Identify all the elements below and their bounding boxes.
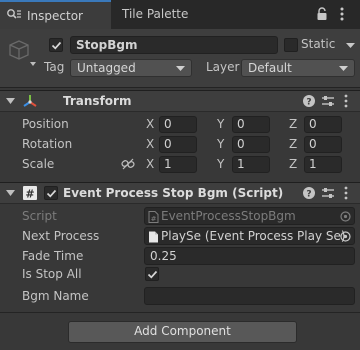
rotation-x-field[interactable]: 0 [159,136,197,153]
static-label: Static [301,37,336,51]
tag-label: Tag [44,60,65,74]
is-stop-all-label: Is Stop All [22,267,82,281]
tag-dropdown[interactable]: Untagged [70,59,192,77]
csharp-script-icon: # [22,185,38,201]
svg-text:#: # [151,215,157,223]
gameobject-cube-icon[interactable] [8,38,38,68]
axis-x-label[interactable]: X [146,117,154,131]
divider [0,312,360,313]
tab-tile-palette[interactable]: Tile Palette [122,7,188,21]
axis-z-label[interactable]: Z [289,117,297,131]
component-menu-icon[interactable] [344,186,348,200]
script-object-field: # EventProcessStopBgm [144,207,355,225]
layer-value: Default [248,61,292,75]
axis-y-label[interactable]: Y [217,117,224,131]
chevron-down-icon [339,66,348,72]
is-stop-all-checkbox[interactable] [145,267,159,281]
tag-value: Untagged [77,61,136,75]
link-icon[interactable] [121,158,135,170]
inspector-icon [6,8,22,22]
axis-y-label[interactable]: Y [217,137,224,151]
component-menu-icon[interactable] [344,94,348,108]
foldout-expanded-icon[interactable] [6,98,15,105]
tab-inspector[interactable]: Inspector [0,0,111,29]
scale-label: Scale [22,157,55,171]
fade-time-field[interactable]: 0.25 [144,247,355,265]
transform-title: Transform [63,94,132,108]
svg-text:?: ? [306,98,311,108]
script-file-icon: # [148,211,159,223]
preset-icon[interactable] [321,95,335,107]
bgm-name-label: Bgm Name [22,289,89,303]
position-x-field[interactable]: 0 [159,116,197,133]
axis-x-label[interactable]: X [146,157,154,171]
next-process-field[interactable]: PlaySe (Event Process Play Se) [144,227,355,245]
scale-y-field[interactable]: 1 [232,156,270,173]
next-process-label: Next Process [22,229,100,243]
static-checkbox[interactable] [284,38,298,52]
add-component-button[interactable]: Add Component [68,321,297,343]
object-picker-icon[interactable] [340,231,351,242]
gameobject-name-field[interactable]: StopBgm [70,36,278,54]
axis-y-label[interactable]: Y [217,157,224,171]
scale-x-field[interactable]: 1 [159,156,197,173]
position-z-field[interactable]: 0 [304,116,342,133]
svg-text:?: ? [306,190,311,200]
rotation-label: Rotation [22,137,73,151]
script-enabled-checkbox[interactable] [44,186,58,200]
layer-dropdown[interactable]: Default [241,59,355,77]
tab-bar: Inspector Tile Palette [0,0,360,29]
tab-menu-icon[interactable] [340,6,344,22]
document-icon [148,231,159,243]
transform-icon [22,93,38,109]
position-y-field[interactable]: 0 [232,116,270,133]
next-process-value: PlaySe (Event Process Play Se) [161,229,346,243]
chevron-down-icon [176,66,185,72]
rotation-z-field[interactable]: 0 [304,136,342,153]
position-label: Position [22,117,69,131]
help-icon[interactable]: ? [303,95,315,107]
axis-z-label[interactable]: Z [289,157,297,171]
active-checkbox[interactable] [49,38,63,52]
help-icon[interactable]: ? [303,187,315,199]
svg-text:#: # [25,188,34,201]
script-component-header[interactable]: # Event Process Stop Bgm (Script) ? [0,182,360,204]
layer-label: Layer [206,60,240,74]
foldout-expanded-icon[interactable] [6,190,15,197]
axis-x-label[interactable]: X [146,137,154,151]
tab-inspector-label: Inspector [27,9,83,23]
bgm-name-field[interactable] [144,287,355,305]
axis-z-label[interactable]: Z [289,137,297,151]
lock-icon[interactable] [316,7,328,21]
gameobject-header: StopBgm Static Tag Untagged Layer Defaul… [0,29,360,88]
scale-z-field[interactable]: 1 [304,156,342,173]
rotation-y-field[interactable]: 0 [232,136,270,153]
script-value: EventProcessStopBgm [161,209,296,223]
script-label: Script [22,209,57,223]
preset-icon[interactable] [321,187,335,199]
script-component-title: Event Process Stop Bgm (Script) [63,186,284,200]
object-picker-icon [340,211,351,222]
transform-header[interactable]: Transform ? [0,90,360,112]
static-dropdown-icon[interactable] [346,43,355,49]
fade-time-label: Fade Time [22,249,84,263]
